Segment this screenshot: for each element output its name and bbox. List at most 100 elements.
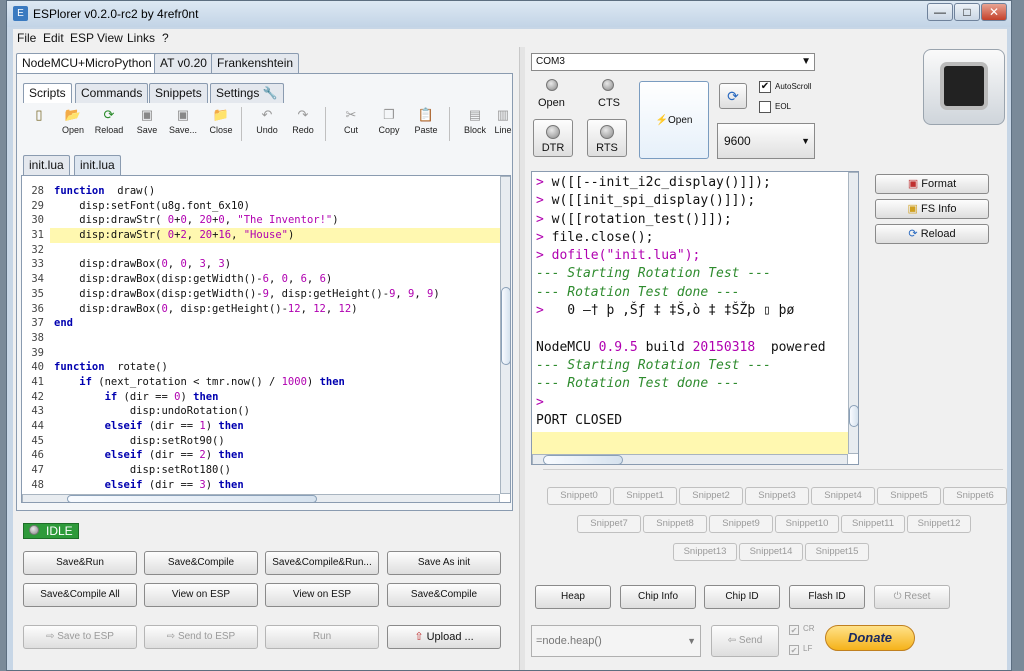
snippet-button[interactable]: Snippet5 — [877, 487, 941, 505]
pane-splitter[interactable] — [519, 47, 525, 670]
menu-view[interactable]: View — [97, 31, 123, 45]
menu-file[interactable]: File — [17, 31, 36, 45]
snippet-button[interactable]: Snippet0 — [547, 487, 611, 505]
snippet-button[interactable]: Snippet4 — [811, 487, 875, 505]
tab-nodemcu[interactable]: NodeMCU+MicroPython — [16, 53, 158, 73]
maximize-button[interactable]: □ — [954, 3, 980, 21]
terminal-horizontal-scrollbar[interactable] — [532, 454, 848, 464]
donate-button[interactable]: Donate — [825, 625, 915, 651]
save-button[interactable]: ▣ Save — [129, 107, 165, 143]
rts-button[interactable]: RTS — [587, 119, 627, 157]
run-button[interactable]: Run — [265, 625, 379, 649]
code-token: , — [300, 302, 314, 315]
block-button[interactable]: ▤ Block — [457, 107, 493, 143]
flash-id-button[interactable]: Flash ID — [789, 585, 865, 609]
snippet-button[interactable]: Snippet8 — [643, 515, 707, 533]
open-button[interactable]: 📂 Open — [55, 107, 91, 143]
snippet-button[interactable]: Snippet3 — [745, 487, 809, 505]
reload-fs-button[interactable]: ⟳ Reload — [875, 224, 989, 244]
editor-horizontal-scrollbar[interactable] — [22, 494, 500, 502]
tab-settings[interactable]: Settings 🔧 — [210, 83, 284, 103]
file-tab-init-1[interactable]: init.lua — [23, 155, 70, 175]
tab-scripts[interactable]: Scripts — [23, 83, 72, 103]
line-button[interactable]: ▥ Line — [493, 107, 513, 143]
editor-scroll-thumb[interactable] — [501, 287, 510, 365]
snippet-button[interactable]: Snippet2 — [679, 487, 743, 505]
send-button[interactable]: ⇦ Send — [711, 625, 779, 657]
file-tab-init-2[interactable]: init.lua — [74, 155, 121, 175]
save-run-button[interactable]: Save&Run — [23, 551, 137, 575]
eol-checkbox[interactable] — [759, 101, 771, 113]
lf-checkbox[interactable]: ✔ — [789, 645, 799, 655]
format-button[interactable]: ▣ Format — [875, 174, 989, 194]
save-compile-all-button[interactable]: Save&Compile All — [23, 583, 137, 607]
close-file-button[interactable]: 📁 Close — [203, 107, 239, 143]
new-file-button[interactable]: ▯ — [21, 107, 57, 143]
cut-button[interactable]: ✂ Cut — [333, 107, 369, 143]
command-input[interactable]: =node.heap() ▼ — [531, 625, 701, 657]
snippet-button[interactable]: Snippet14 — [739, 543, 803, 561]
paste-button[interactable]: 📋 Paste — [408, 107, 444, 143]
send-to-esp-button[interactable]: ⇨ Send to ESP — [144, 625, 258, 649]
save-as-init-button[interactable]: Save As init — [387, 551, 501, 575]
save-compile-run-button[interactable]: Save&Compile&Run... — [265, 551, 379, 575]
editor-vertical-scrollbar[interactable] — [500, 176, 510, 494]
menu-help[interactable]: ? — [162, 31, 169, 45]
code-token: 20 — [199, 214, 213, 227]
save-as-button[interactable]: ▣ Save... — [165, 107, 201, 143]
refresh-ports-button[interactable]: ⟳ — [719, 83, 747, 109]
save-to-esp-button[interactable]: ⇨ Save to ESP — [23, 625, 137, 649]
snippet-button[interactable]: Snippet15 — [805, 543, 869, 561]
snippet-button[interactable]: Snippet12 — [907, 515, 971, 533]
tab-frankenshtein[interactable]: Frankenshtein — [211, 53, 300, 73]
chip-info-button[interactable]: Chip Info — [620, 585, 696, 609]
snippet-button[interactable]: Snippet6 — [943, 487, 1007, 505]
heap-button[interactable]: Heap — [535, 585, 611, 609]
autoscroll-checkbox[interactable]: ✔ — [759, 81, 771, 93]
code-token: , — [205, 258, 219, 271]
chip-id-button[interactable]: Chip ID — [704, 585, 780, 609]
snippet-button[interactable]: Snippet10 — [775, 515, 839, 533]
save-compile-button[interactable]: Save&Compile — [144, 551, 258, 575]
terminal-scroll-thumb[interactable] — [849, 405, 858, 427]
save-compile-button-2[interactable]: Save&Compile — [387, 583, 501, 607]
tab-at[interactable]: AT v0.20 — [154, 53, 213, 73]
tab-commands[interactable]: Commands — [75, 83, 149, 103]
redo-button[interactable]: ↷ Redo — [285, 107, 321, 143]
code-token: then — [218, 449, 244, 462]
snippet-button[interactable]: Snippet11 — [841, 515, 905, 533]
snippet-button[interactable]: Snippet13 — [673, 543, 737, 561]
snippet-button[interactable]: Snippet7 — [577, 515, 641, 533]
terminal-line: --- Rotation Test done --- — [536, 284, 846, 302]
tab-snippets[interactable]: Snippets — [149, 83, 208, 103]
close-button[interactable]: ✕ — [981, 3, 1007, 21]
minimize-button[interactable]: — — [927, 3, 953, 21]
view-on-esp-button[interactable]: View on ESP — [144, 583, 258, 607]
undo-button[interactable]: ↶ Undo — [249, 107, 285, 143]
reset-button[interactable]: ⏻ Reset — [874, 585, 950, 609]
code-editor[interactable]: 28 29 30 31 32 33 34 35 36 37 38 39 40 41 42 43 44 45 46 47… — [21, 175, 511, 503]
terminal-hscroll-thumb[interactable] — [543, 455, 623, 464]
baud-select[interactable]: 9600 ▼ — [717, 123, 815, 159]
terminal-output[interactable]: > w([[--init_i2c_display()]]); > w([[init… — [531, 171, 859, 465]
block-label: Block — [463, 125, 486, 135]
menu-links[interactable]: Links — [127, 31, 155, 45]
upload-button[interactable]: ⇧ Upload ... — [387, 625, 501, 649]
view-on-esp-button-2[interactable]: View on ESP — [265, 583, 379, 607]
snippet-button[interactable]: Snippet9 — [709, 515, 773, 533]
fs-info-button[interactable]: ▣ FS Info — [875, 199, 989, 219]
menu-edit[interactable]: Edit — [43, 31, 64, 45]
terminal-token: w([[rotation_test()]]); — [551, 211, 732, 227]
splitter-horizontal[interactable] — [543, 469, 1003, 475]
menu-esp[interactable]: ESP — [70, 31, 94, 45]
copy-button[interactable]: ❐ Copy — [371, 107, 407, 143]
terminal-vertical-scrollbar[interactable] — [848, 172, 858, 454]
cr-checkbox[interactable]: ✔ — [789, 625, 799, 635]
dtr-button[interactable]: DTR — [533, 119, 573, 157]
reload-button[interactable]: ⟳ Reload — [91, 107, 127, 143]
snippet-button[interactable]: Snippet1 — [613, 487, 677, 505]
port-select[interactable]: COM3 ▼ — [531, 53, 815, 71]
editor-hscroll-thumb[interactable] — [67, 495, 317, 502]
open-port-button[interactable]: ⚡Open — [639, 81, 709, 159]
line-number: 37 — [31, 317, 44, 330]
